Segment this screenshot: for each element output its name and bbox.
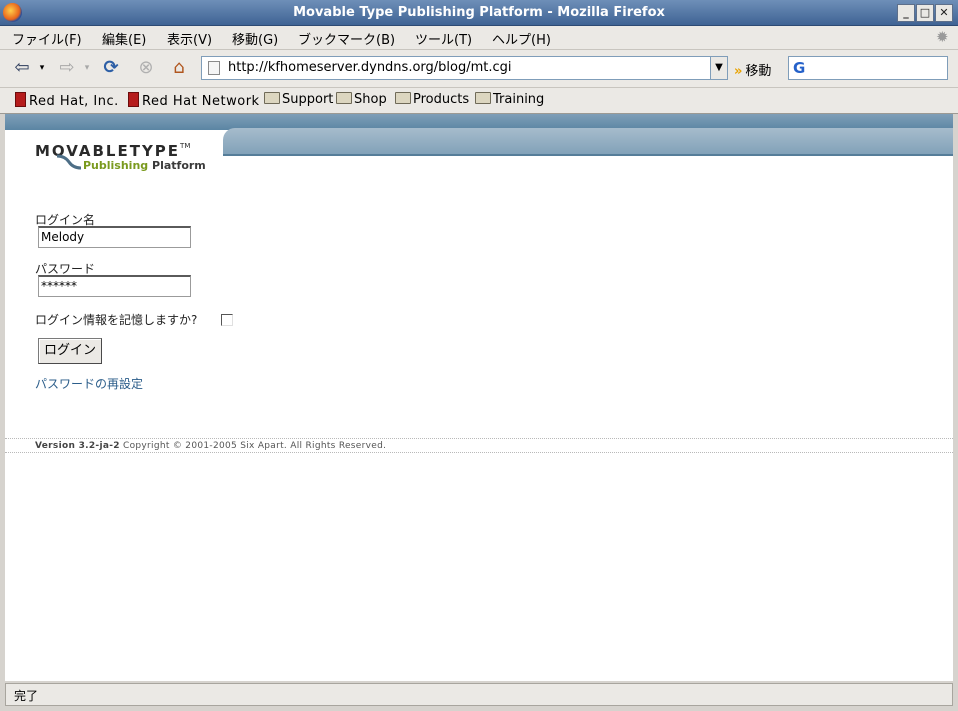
bookmark-folder-shop[interactable]: Shop <box>336 92 387 107</box>
header-band <box>223 128 953 156</box>
password-reset-link[interactable]: パスワードの再設定 <box>35 375 143 392</box>
reload-button[interactable]: ⟳ <box>99 57 123 79</box>
movabletype-logo: MOVABLETYPETM Publishing Platform <box>35 142 206 172</box>
window-title: Movable Type Publishing Platform - Mozil… <box>293 5 665 20</box>
window-title-bar: Movable Type Publishing Platform - Mozil… <box>0 0 958 26</box>
url-field[interactable]: http://kfhomeserver.dyndns.org/blog/mt.c… <box>201 56 711 80</box>
folder-icon <box>264 92 280 104</box>
close-icon[interactable]: ✕ <box>935 4 953 22</box>
copyright-text: Copyright © 2001-2005 Six Apart. All Rig… <box>123 441 387 451</box>
logo-swoosh-icon <box>56 154 82 170</box>
remember-label: ログイン情報を記憶しますか? <box>35 313 198 327</box>
menu-tools[interactable]: ツール(T) <box>415 29 472 48</box>
bookmarks-toolbar: Red Hat, Inc. Red Hat Network Support Sh… <box>0 88 958 114</box>
url-history-dropdown[interactable]: ▼ <box>710 56 728 80</box>
minimize-icon[interactable]: _ <box>897 4 915 22</box>
go-label: 移動 <box>745 64 772 79</box>
throbber-icon: ✹ <box>936 28 949 46</box>
header-baseline <box>223 154 953 156</box>
footer: Version 3.2-ja-2 Copyright © 2001-2005 S… <box>35 441 386 451</box>
login-button[interactable]: ログイン <box>38 338 102 364</box>
folder-icon <box>475 92 491 104</box>
logo-publishing: Publishing <box>83 159 149 172</box>
go-button[interactable]: » 移動 <box>734 60 771 79</box>
bookmark-red-hat-network[interactable]: Red Hat Network <box>128 92 260 109</box>
search-engine-icon[interactable]: G <box>793 59 805 77</box>
forward-dropdown-icon[interactable]: ▾ <box>81 57 93 79</box>
menu-bookmarks[interactable]: ブックマーク(B) <box>298 29 395 48</box>
logo-trademark: TM <box>180 142 191 150</box>
url-text: http://kfhomeserver.dyndns.org/blog/mt.c… <box>228 60 512 75</box>
footer-divider-top <box>5 438 953 439</box>
bookmark-folder-support[interactable]: Support <box>264 92 333 107</box>
forward-button[interactable]: ⇨ <box>55 57 79 79</box>
menu-file[interactable]: ファイル(F) <box>12 29 82 48</box>
home-button[interactable]: ⌂ <box>167 57 191 79</box>
go-arrow-icon: » <box>734 64 743 79</box>
remember-checkbox[interactable] <box>221 314 233 326</box>
logo-platform: Platform <box>152 159 206 172</box>
username-input[interactable]: Melody <box>38 226 191 248</box>
page-content: MOVABLETYPETM Publishing Platform ログイン名 … <box>5 114 953 681</box>
menu-go[interactable]: 移動(G) <box>232 29 278 48</box>
version-text: Version 3.2-ja-2 <box>35 441 120 451</box>
status-bar: 完了 <box>5 683 953 706</box>
redhat-bookmark-icon <box>128 92 139 107</box>
menu-bar: ファイル(F) 編集(E) 表示(V) 移動(G) ブックマーク(B) ツール(… <box>0 26 958 50</box>
redhat-bookmark-icon <box>15 92 26 107</box>
status-text: 完了 <box>14 689 39 703</box>
bookmark-red-hat-inc[interactable]: Red Hat, Inc. <box>15 92 119 109</box>
password-input[interactable]: ****** <box>38 275 191 297</box>
back-button[interactable]: ⇦ <box>10 57 34 79</box>
search-field[interactable]: G <box>788 56 948 80</box>
bookmark-folder-training[interactable]: Training <box>475 92 544 107</box>
page-icon <box>208 61 220 75</box>
folder-icon <box>336 92 352 104</box>
maximize-icon[interactable]: □ <box>916 4 934 22</box>
menu-help[interactable]: ヘルプ(H) <box>492 29 551 48</box>
footer-divider-bottom <box>5 452 953 453</box>
menu-view[interactable]: 表示(V) <box>167 29 212 48</box>
menu-edit[interactable]: 編集(E) <box>102 29 146 48</box>
back-dropdown-icon[interactable]: ▾ <box>36 57 48 79</box>
folder-icon <box>395 92 411 104</box>
bookmark-folder-products[interactable]: Products <box>395 92 469 107</box>
navigation-toolbar: ⇦ ▾ ⇨ ▾ ⟳ ⊗ ⌂ http://kfhomeserver.dyndns… <box>0 50 958 88</box>
stop-button[interactable]: ⊗ <box>134 57 158 79</box>
